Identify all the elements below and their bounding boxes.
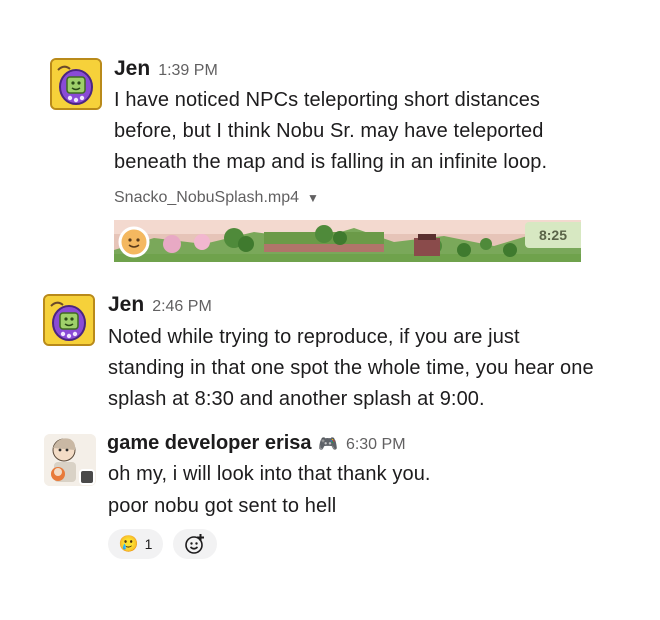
message-header: game developer erisa 🎮 6:30 PM	[107, 432, 406, 455]
message-text-line: I have noticed NPCs teleporting short di…	[114, 89, 541, 111]
avatar-erisa[interactable]	[44, 434, 96, 486]
smiling-tear-emoji-icon: 🥲	[118, 536, 139, 553]
message-text-line: before, but I think Nobu Sr. may have te…	[114, 120, 544, 142]
author-name[interactable]: Jen	[108, 293, 144, 316]
author-name[interactable]: Jen	[114, 57, 150, 80]
message-text-line: Noted while trying to reproduce, if you …	[108, 326, 520, 348]
avatar-jen[interactable]	[43, 294, 95, 346]
message-header: Jen 1:39 PM	[114, 57, 218, 81]
attachment-title[interactable]: Snacko_NobuSplash.mp4 ▼	[114, 189, 319, 207]
video-timestamp: 8:25	[525, 222, 581, 248]
user-avatar-icon	[44, 434, 96, 486]
message-text-line: beneath the map and is falling in an inf…	[114, 151, 548, 173]
add-reaction-button[interactable]	[173, 529, 217, 559]
reaction-count: 1	[144, 536, 153, 552]
tamagotchi-avatar-icon	[52, 60, 100, 108]
author-name[interactable]: game developer erisa	[107, 432, 312, 454]
game-controller-icon: 🎮	[318, 436, 338, 453]
message-text-line: splash at 8:30 and another splash at 9:0…	[108, 388, 485, 410]
tamagotchi-avatar-icon	[45, 296, 93, 344]
avatar-jen[interactable]	[50, 58, 102, 110]
message-text-line: oh my, i will look into that thank you.	[108, 463, 431, 485]
message-text-line: standing in that one spot the whole time…	[108, 357, 594, 379]
add-emoji-icon	[185, 534, 204, 554]
message-header: Jen 2:46 PM	[108, 293, 212, 317]
attachment-filename[interactable]: Snacko_NobuSplash.mp4	[114, 189, 299, 206]
caret-down-icon[interactable]: ▼	[307, 191, 319, 205]
video-thumbnail-image	[114, 220, 581, 262]
timestamp[interactable]: 6:30 PM	[346, 436, 406, 453]
timestamp[interactable]: 2:46 PM	[152, 298, 212, 315]
reaction-pill[interactable]: 🥲 1	[108, 529, 163, 559]
timestamp[interactable]: 1:39 PM	[158, 62, 218, 79]
message-text-line: poor nobu got sent to hell	[108, 495, 337, 517]
video-preview[interactable]: 8:25	[114, 220, 581, 262]
